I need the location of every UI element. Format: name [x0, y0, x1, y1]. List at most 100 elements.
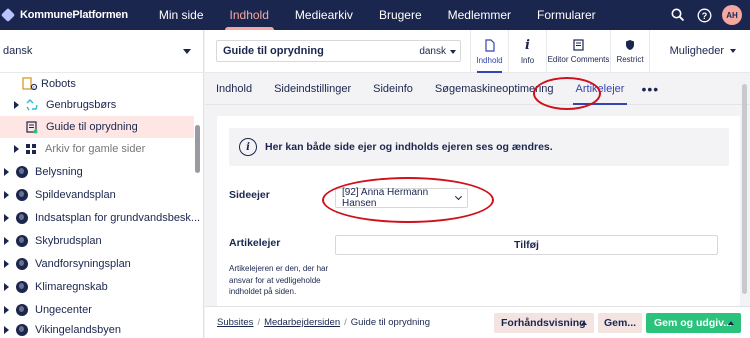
- tree-item-label: Indsatsplan for grundvandsbesk...: [35, 212, 201, 224]
- globe-icon: [16, 324, 28, 336]
- nav-item-mediearkiv[interactable]: Mediearkiv: [282, 0, 366, 30]
- app-info[interactable]: i Info: [508, 30, 546, 73]
- expand-arrow-icon[interactable]: [14, 145, 19, 153]
- tree-item-belysning[interactable]: Belysning: [4, 161, 83, 183]
- tree-item-ungecenter[interactable]: Ungecenter: [4, 299, 92, 321]
- page-icon: [26, 120, 38, 133]
- article-owner-label: Artikelejer: [229, 237, 281, 249]
- info-icon: i: [525, 37, 530, 53]
- editor-footer: Subsites / Medarbejdersiden / Guide til …: [205, 306, 750, 338]
- tree-item-guide-til-oprydning[interactable]: Guide til oprydning: [0, 116, 194, 138]
- tree-scrollbar[interactable]: [195, 125, 200, 173]
- expand-arrow-icon[interactable]: [4, 260, 9, 268]
- tree-item-label: Vikingelandsbyen: [35, 324, 122, 336]
- expand-arrow-icon[interactable]: [4, 191, 9, 199]
- tree-item-skybrudsplan[interactable]: Skybrudsplan: [4, 230, 102, 252]
- content-tabs: Indhold Sideindstillinger Sideinfo Søgem…: [205, 73, 750, 105]
- nav-item-indhold[interactable]: Indhold: [217, 0, 282, 30]
- preview-button-label: Forhåndsvisning: [501, 317, 586, 329]
- globe-icon: [16, 166, 28, 178]
- caret-up-icon[interactable]: [581, 321, 587, 325]
- search-icon[interactable]: [670, 7, 686, 23]
- nav-item-medlemmer[interactable]: Medlemmer: [435, 0, 524, 30]
- breadcrumb-separator: /: [257, 317, 261, 328]
- logo[interactable]: KommunePlatformen: [0, 7, 128, 23]
- language-selector[interactable]: dansk: [0, 30, 203, 73]
- globe-icon: [16, 235, 28, 247]
- save-and-publish-button[interactable]: Gem og udgiv...: [646, 313, 741, 333]
- expand-arrow-icon[interactable]: [4, 306, 9, 314]
- options-menu-button[interactable]: Muligheder: [670, 45, 736, 57]
- editor-apps: Indhold i Info Editor Comments Restrict: [470, 30, 650, 73]
- owner-label: Sideejer: [229, 189, 270, 201]
- app-restrict[interactable]: Restrict: [610, 30, 650, 73]
- globe-icon: [16, 212, 28, 224]
- tab-sideindstillinger[interactable]: Sideindstillinger: [263, 73, 362, 105]
- tree-item-vandforsyningsplan[interactable]: Vandforsyningsplan: [4, 253, 131, 275]
- preview-button[interactable]: Forhåndsvisning: [494, 313, 594, 333]
- tree-item-indsatsplan[interactable]: Indsatsplan for grundvandsbesk...: [4, 207, 200, 229]
- nav-item-brugere[interactable]: Brugere: [366, 0, 435, 30]
- app-label: Restrict: [616, 55, 644, 64]
- app-label: Editor Comments: [547, 55, 610, 64]
- language-selector-label: dansk: [3, 45, 33, 57]
- tree-item-label: Klimaregnskab: [35, 281, 108, 293]
- page-name-value: Guide til oprydning: [223, 45, 324, 57]
- app-indhold[interactable]: Indhold: [470, 30, 508, 73]
- caret-down-icon: [183, 48, 191, 54]
- robots-icon: ©: [22, 77, 38, 91]
- content-scrollbar[interactable]: [742, 84, 747, 294]
- add-article-owner-button[interactable]: Tilføj: [335, 235, 718, 255]
- annotation-circle-tab: [533, 77, 601, 110]
- caret-down-icon: [450, 49, 456, 54]
- expand-arrow-icon[interactable]: [4, 237, 9, 245]
- breadcrumb-current: Guide til oprydning: [350, 317, 430, 328]
- caret-up-icon[interactable]: [728, 321, 734, 325]
- tree-item-robots[interactable]: © Robots: [22, 73, 76, 95]
- app-label: Info: [520, 55, 535, 65]
- options-label: Muligheder: [669, 45, 724, 57]
- info-notice-text: Her kan både side ejer og indholds ejere…: [265, 141, 553, 153]
- tree-item-label: Spildevandsplan: [35, 189, 116, 201]
- breadcrumb-medarbejdersiden[interactable]: Medarbejdersiden: [264, 317, 340, 328]
- variant-language-selector[interactable]: dansk: [419, 46, 456, 57]
- nav-item-formularer[interactable]: Formularer: [524, 0, 609, 30]
- page-name-input[interactable]: Guide til oprydning dansk: [216, 40, 461, 62]
- tree-item-vikingelandsbyen[interactable]: Vikingelandsbyen: [4, 319, 121, 338]
- tab-sideinfo[interactable]: Sideinfo: [362, 73, 424, 105]
- more-tabs-icon[interactable]: •••: [635, 73, 665, 105]
- breadcrumb-subsites[interactable]: Subsites: [217, 317, 253, 328]
- tree-item-genbrugsbors[interactable]: Genbrugsbørs: [14, 94, 116, 116]
- user-avatar[interactable]: AH: [722, 5, 742, 25]
- tab-indhold[interactable]: Indhold: [205, 73, 263, 105]
- tree-item-label: Genbrugsbørs: [46, 99, 117, 111]
- expand-arrow-icon[interactable]: [14, 101, 19, 109]
- svg-text:©: ©: [33, 85, 36, 90]
- app-label: Indhold: [476, 55, 503, 65]
- tree-item-spildevandsplan[interactable]: Spildevandsplan: [4, 184, 116, 206]
- app-editor-comments[interactable]: Editor Comments: [546, 30, 610, 73]
- tree-item-label: Ungecenter: [35, 304, 92, 316]
- tree-item-label: Guide til oprydning: [46, 121, 138, 133]
- save-button[interactable]: Gem...: [598, 313, 642, 333]
- expand-arrow-icon[interactable]: [4, 168, 9, 176]
- publish-button-label: Gem og udgiv...: [654, 317, 732, 329]
- tree-item-label: Robots: [41, 78, 76, 90]
- top-navigation: KommunePlatformen Min side Indhold Medie…: [0, 0, 750, 30]
- tree-item-arkiv[interactable]: Arkiv for gamle sider: [14, 138, 145, 160]
- globe-icon: [16, 281, 28, 293]
- recycle-icon: [26, 98, 38, 110]
- svg-text:?: ?: [701, 10, 707, 20]
- help-icon[interactable]: ?: [696, 7, 712, 23]
- tree-item-klimaregnskab[interactable]: Klimaregnskab: [4, 276, 108, 298]
- expand-arrow-icon[interactable]: [4, 283, 9, 291]
- annotation-circle-owner: [322, 177, 494, 223]
- document-icon: [484, 38, 495, 52]
- nav-item-min-side[interactable]: Min side: [146, 0, 217, 30]
- tree-item-label: Skybrudsplan: [35, 235, 102, 247]
- article-owner-description: Artikelejeren er den, der har ansvar for…: [229, 264, 329, 296]
- main-nav: Min side Indhold Mediearkiv Brugere Medl…: [146, 0, 609, 30]
- expand-arrow-icon[interactable]: [4, 326, 9, 334]
- expand-arrow-icon[interactable]: [4, 214, 9, 222]
- tree-item-label: Vandforsyningsplan: [35, 258, 131, 270]
